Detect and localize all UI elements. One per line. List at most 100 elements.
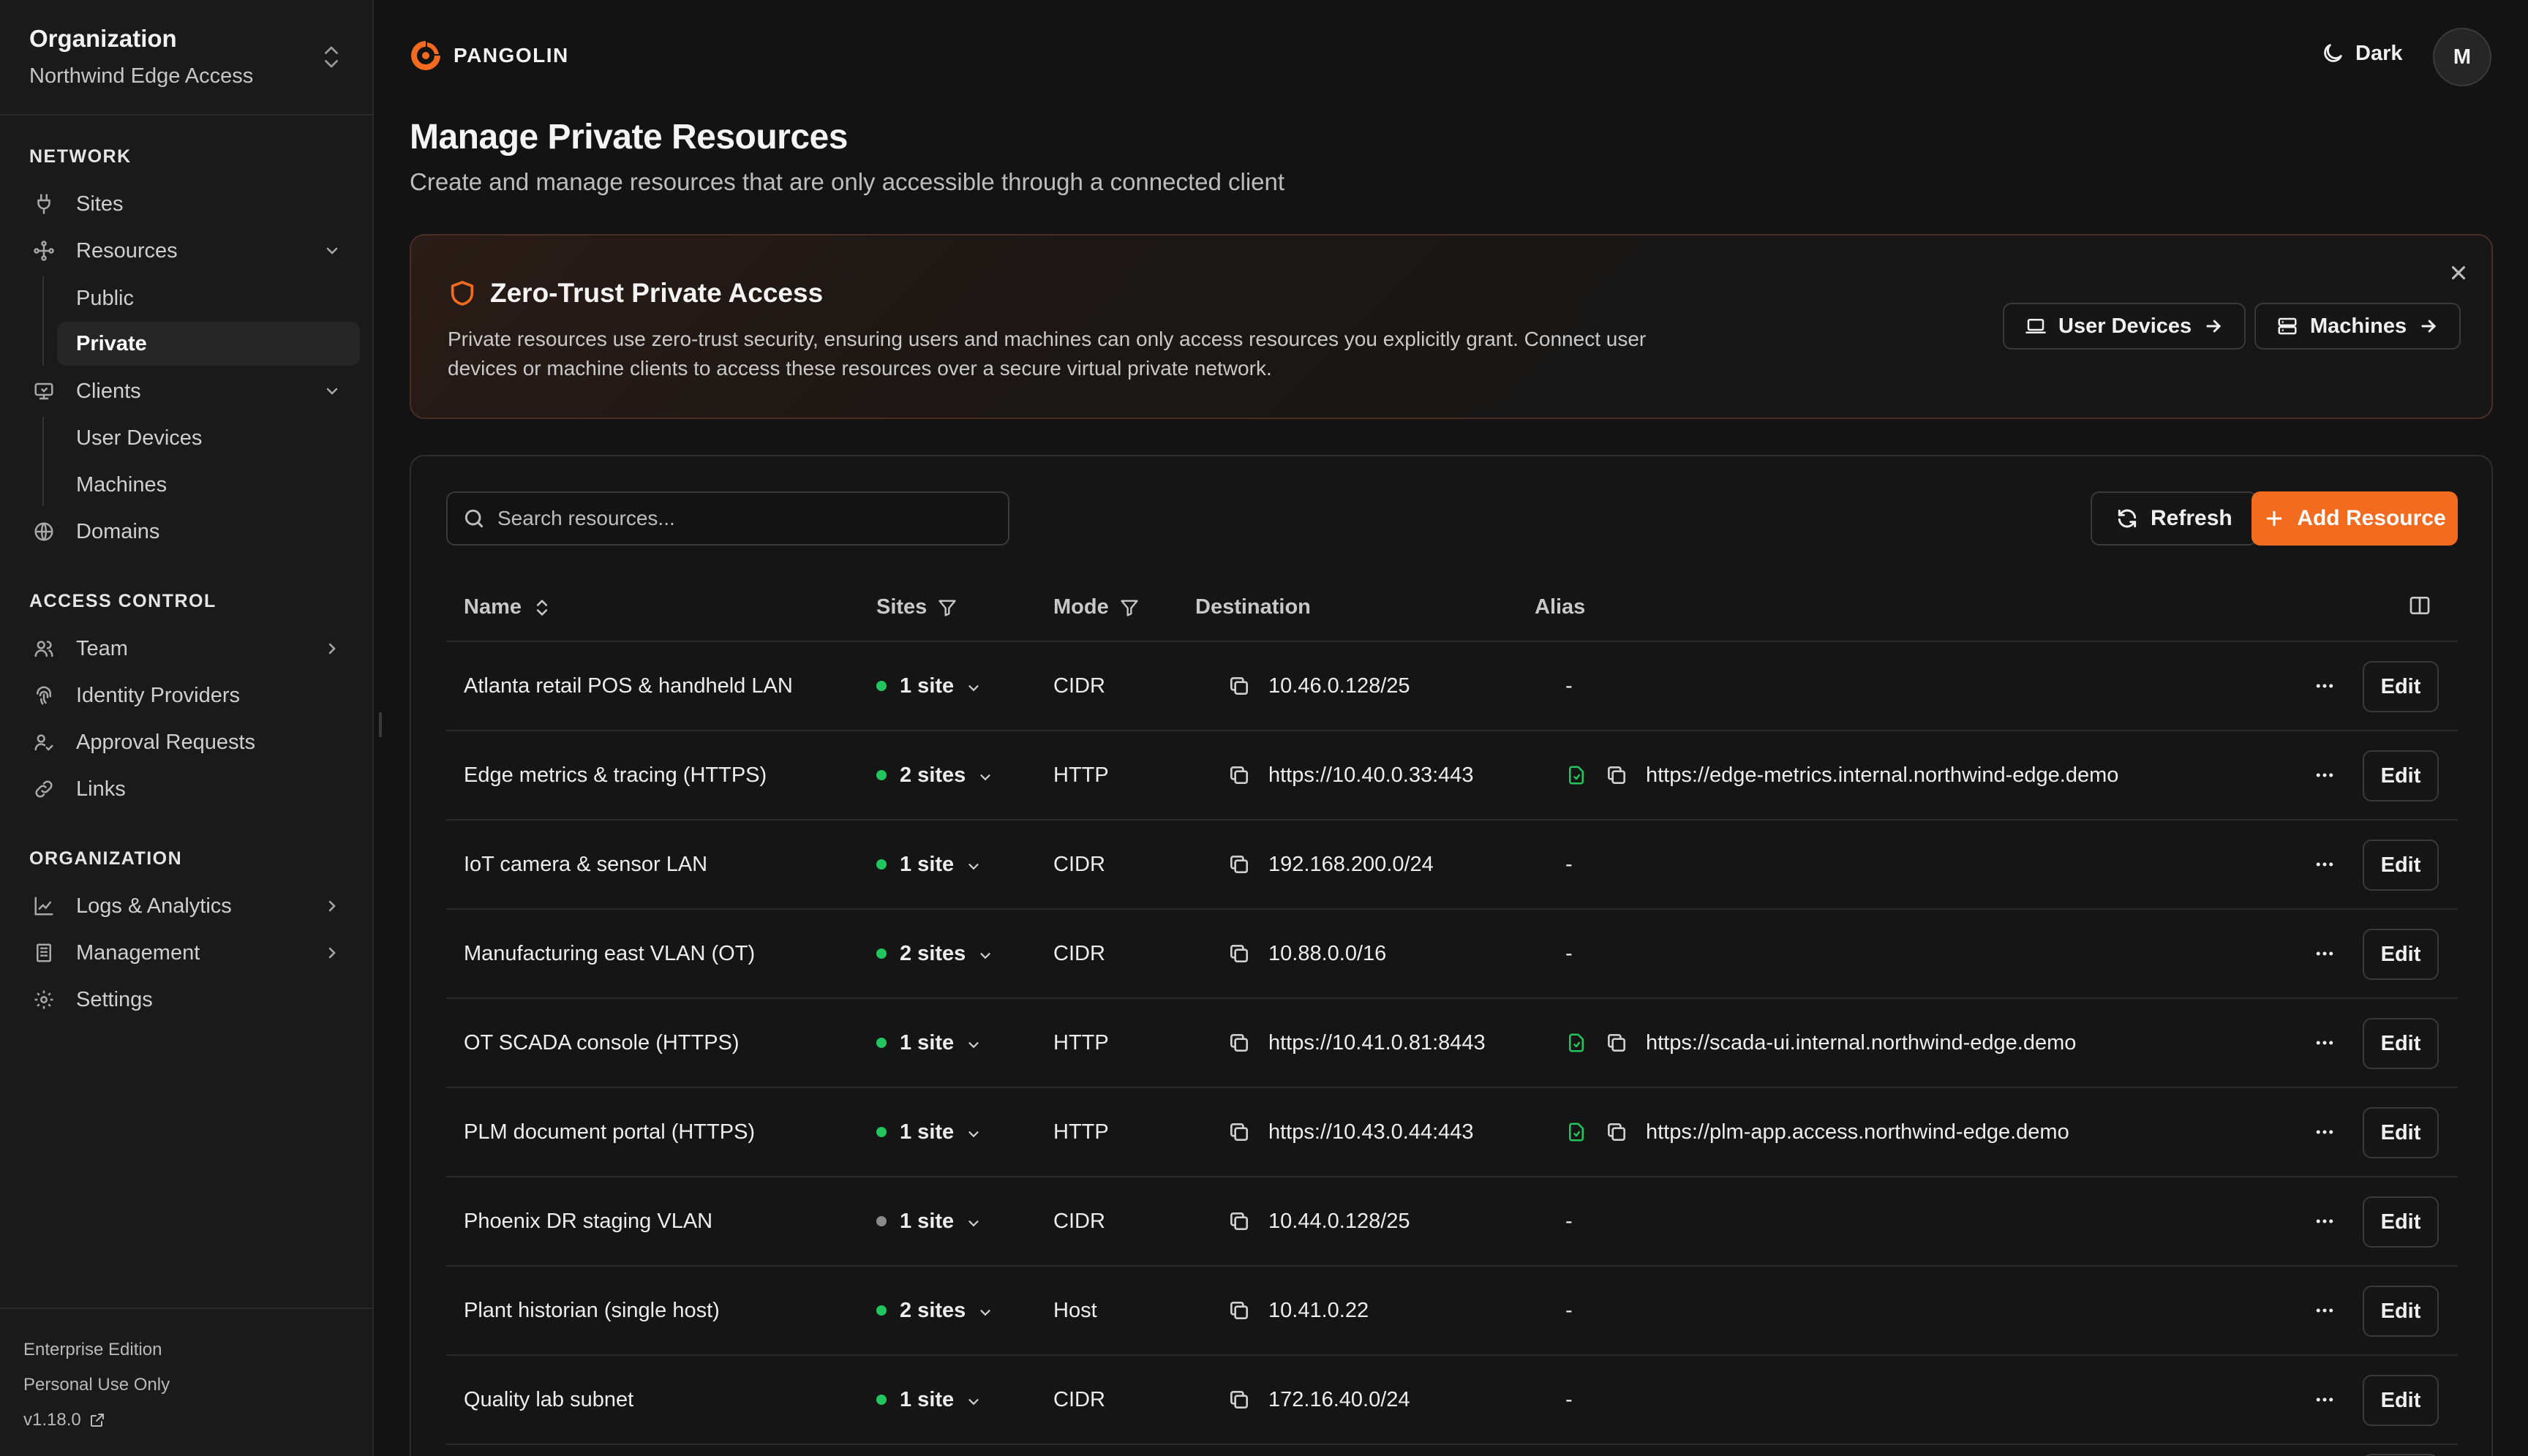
row-actions-menu[interactable]	[2310, 821, 2339, 908]
row-actions-menu[interactable]	[2310, 999, 2339, 1087]
sites-dropdown[interactable]: 1 site	[876, 1356, 982, 1444]
chevron-down-icon	[966, 1213, 982, 1229]
resource-name: Edge metrics & tracing (HTTPS)	[464, 763, 767, 787]
brand[interactable]: PANGOLIN	[408, 38, 569, 73]
alias-cell: -	[1565, 821, 1573, 908]
add-resource-label: Add Resource	[2297, 506, 2446, 530]
version-link[interactable]: v1.18.0	[23, 1410, 106, 1430]
chevron-down-icon	[966, 856, 982, 872]
sidebar-item-management[interactable]: Management	[29, 931, 360, 975]
column-name-label: Name	[464, 595, 522, 619]
sites-dropdown[interactable]: 1 site	[876, 1177, 982, 1265]
machines-button[interactable]: Machines	[2254, 303, 2461, 350]
sites-dropdown[interactable]: 1 site	[876, 999, 982, 1087]
column-header-name[interactable]: Name	[464, 595, 552, 619]
resource-name: IoT camera & sensor LAN	[464, 852, 708, 876]
copy-icon[interactable]	[1605, 1031, 1628, 1055]
sidebar-item-sites[interactable]: Sites	[29, 182, 360, 226]
destination-value: https://10.40.0.33:443	[1268, 763, 1474, 787]
sites-dropdown[interactable]: 1 site	[876, 821, 982, 908]
sites-dropdown[interactable]: 2 sites	[876, 731, 993, 819]
copy-icon[interactable]	[1227, 1388, 1251, 1411]
row-actions-menu[interactable]	[2310, 731, 2339, 819]
search-box[interactable]	[446, 491, 1009, 546]
copy-icon[interactable]	[1227, 1210, 1251, 1233]
edit-button[interactable]: Edit	[2363, 1286, 2439, 1337]
copy-icon[interactable]	[1605, 763, 1628, 787]
building-icon	[29, 938, 59, 967]
sidebar-item-public[interactable]: Public	[57, 276, 360, 320]
copy-icon[interactable]	[1605, 1120, 1628, 1144]
alias-value: -	[1565, 1209, 1573, 1233]
sidebar-item-clients[interactable]: Clients	[29, 369, 360, 413]
shield-icon	[451, 281, 474, 306]
sidebar-item-settings[interactable]: Settings	[29, 978, 360, 1022]
status-dot	[876, 1038, 887, 1048]
copy-icon[interactable]	[1227, 1031, 1251, 1055]
row-actions-menu[interactable]	[2310, 910, 2339, 997]
sidebar-item-machines[interactable]: Machines	[57, 463, 360, 507]
destination-value: 192.168.200.0/24	[1268, 852, 1434, 876]
alias-cell: -	[1565, 910, 1573, 997]
org-switcher[interactable]: Organization Northwind Edge Access	[0, 0, 372, 116]
sidebar-item-identity-providers[interactable]: Identity Providers	[29, 674, 360, 717]
sidebar-item-resources[interactable]: Resources	[29, 229, 360, 273]
destination-value: 10.44.0.128/25	[1268, 1209, 1410, 1233]
resource-name: Manufacturing east VLAN (OT)	[464, 941, 756, 965]
sidebar-footer: Enterprise Edition Personal Use Only v1.…	[0, 1308, 372, 1456]
column-mode-label: Mode	[1053, 595, 1109, 619]
sidebar-item-team[interactable]: Team	[29, 627, 360, 671]
user-devices-button[interactable]: User Devices	[2003, 303, 2246, 350]
copy-icon[interactable]	[1227, 1120, 1251, 1144]
theme-toggle[interactable]: Dark	[2320, 41, 2403, 66]
sites-dropdown[interactable]: 2 sites	[876, 910, 993, 997]
edit-button[interactable]: Edit	[2363, 1107, 2439, 1158]
more-horizontal-icon	[2314, 943, 2336, 965]
sidebar-item-private[interactable]: Private	[57, 322, 360, 366]
sidebar-resize-handle[interactable]	[379, 712, 382, 737]
sidebar-item-logs-analytics[interactable]: Logs & Analytics	[29, 884, 360, 928]
add-resource-button[interactable]: Add Resource	[2252, 491, 2458, 546]
columns-icon[interactable]	[2408, 594, 2431, 617]
edit-button[interactable]: Edit	[2363, 1375, 2439, 1426]
version-label: v1.18.0	[23, 1410, 81, 1430]
sidebar-item-approval-requests[interactable]: Approval Requests	[29, 720, 360, 764]
resources-card: Refresh Add Resource Name Sites Mode Des…	[410, 455, 2493, 1456]
sites-dropdown[interactable]: 2 sites	[876, 1267, 993, 1354]
refresh-button[interactable]: Refresh	[2091, 491, 2257, 546]
edit-button[interactable]: Edit	[2363, 840, 2439, 891]
sidebar-item-user-devices[interactable]: User Devices	[57, 416, 360, 460]
edit-button[interactable]: Edit	[2363, 750, 2439, 801]
row-actions-menu[interactable]	[2310, 1267, 2339, 1354]
sites-dropdown[interactable]: 1 site	[876, 642, 982, 730]
copy-icon[interactable]	[1227, 1299, 1251, 1322]
alias-value: -	[1565, 1298, 1573, 1322]
sidebar-item-links[interactable]: Links	[29, 767, 360, 811]
copy-icon[interactable]	[1227, 942, 1251, 965]
column-header-sites[interactable]: Sites	[876, 595, 958, 619]
edit-button[interactable]: Edit	[2363, 929, 2439, 980]
row-actions-menu[interactable]	[2310, 1177, 2339, 1265]
edit-button[interactable]: Edit	[2363, 1196, 2439, 1248]
chart-line-icon	[29, 891, 59, 921]
edit-button[interactable]: Edit	[2363, 661, 2439, 712]
row-actions-menu[interactable]	[2310, 642, 2339, 730]
copy-icon[interactable]	[1227, 763, 1251, 787]
copy-icon[interactable]	[1227, 853, 1251, 876]
search-input[interactable]	[497, 507, 995, 530]
row-actions-menu[interactable]	[2310, 1356, 2339, 1444]
monitor-icon	[29, 377, 59, 406]
sidebar-item-label: Logs & Analytics	[76, 894, 232, 918]
chevron-down-icon	[966, 678, 982, 694]
destination-cell: https://10.41.0.81:8443	[1227, 999, 1486, 1087]
column-header-mode[interactable]: Mode	[1053, 595, 1140, 619]
resource-mode: HTTP	[1053, 763, 1109, 787]
sidebar-item-domains[interactable]: Domains	[29, 510, 360, 554]
copy-icon[interactable]	[1227, 674, 1251, 698]
plus-icon	[2266, 510, 2282, 527]
edit-button[interactable]: Edit	[2363, 1018, 2439, 1069]
sites-dropdown[interactable]: 1 site	[876, 1088, 982, 1176]
avatar[interactable]: M	[2433, 28, 2491, 86]
close-icon[interactable]	[2448, 262, 2469, 284]
row-actions-menu[interactable]	[2310, 1088, 2339, 1176]
